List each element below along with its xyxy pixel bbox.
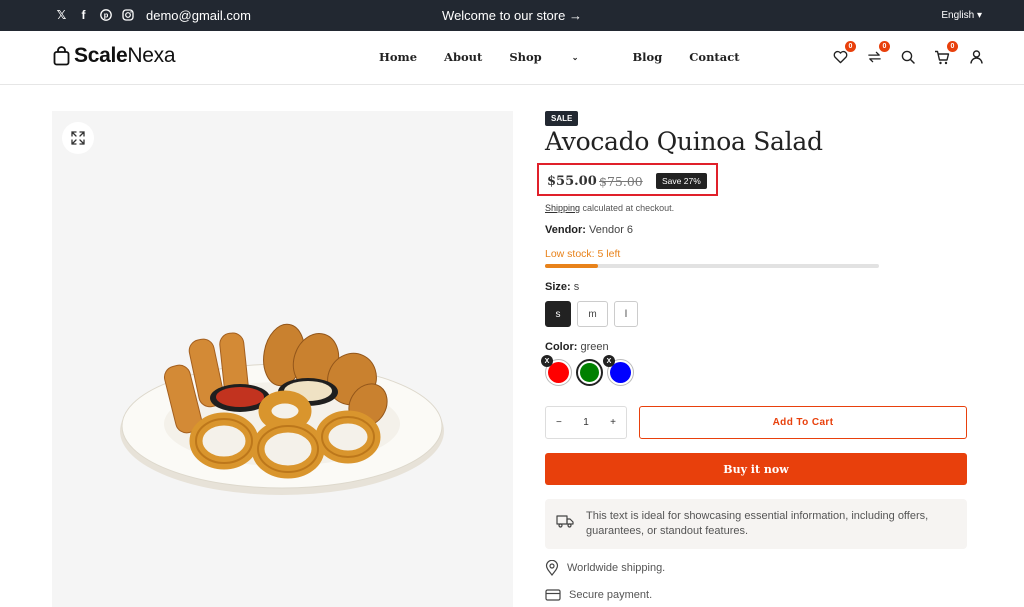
chevron-down-icon: ⌄	[571, 52, 579, 62]
color-label: Color:	[545, 341, 578, 353]
vendor-value[interactable]: Vendor 6	[586, 224, 633, 236]
unavailable-mark: X	[541, 355, 553, 367]
sale-price: $55.00	[547, 174, 597, 189]
compare-at-price: $75.00	[599, 174, 643, 189]
color-option-label: Color: green	[545, 341, 609, 353]
location-pin-icon	[545, 560, 559, 576]
search-icon	[901, 50, 915, 64]
color-swatch-green[interactable]	[576, 359, 603, 386]
product-title: Avocado Quinoa Salad	[545, 127, 823, 156]
notice-text: This text is ideal for showcasing essent…	[586, 510, 929, 537]
quantity-value[interactable]: 1	[583, 417, 589, 428]
shipping-link[interactable]: Shipping	[545, 203, 580, 213]
caret-down-icon: ▾	[976, 10, 982, 21]
size-option-m[interactable]: m	[577, 301, 608, 327]
welcome-message[interactable]: Welcome to our store →	[0, 8, 1024, 23]
info-notice: This text is ideal for showcasing essent…	[545, 499, 967, 549]
stock-progress-fill	[545, 264, 599, 268]
size-selected-value: s	[570, 281, 580, 293]
cart-count-badge: 0	[947, 41, 958, 52]
vendor-label: Vendor:	[545, 224, 586, 236]
feature-secure-payment: Secure payment.	[545, 589, 652, 601]
heart-icon	[833, 50, 847, 64]
language-label: English	[941, 10, 975, 21]
logo-text-light: Nexa	[127, 44, 176, 67]
color-options: X X	[541, 355, 634, 386]
compare-count-badge: 0	[879, 41, 890, 52]
compare-arrows-icon	[867, 51, 881, 63]
shipping-text: calculated at checkout.	[580, 203, 675, 213]
header-actions: 0 0 0	[830, 41, 986, 67]
nav-shop-label: Shop	[509, 50, 542, 64]
shopping-bag-logo-icon	[53, 46, 70, 66]
account-button[interactable]	[966, 47, 986, 67]
feature-payment-text: Secure payment.	[569, 589, 653, 601]
size-option-l[interactable]: l	[614, 301, 638, 327]
welcome-text[interactable]: Welcome to our store	[442, 8, 565, 23]
stock-progress-bar	[545, 264, 879, 268]
feature-worldwide-shipping: Worldwide shipping.	[545, 560, 665, 576]
shipping-note: Shipping calculated at checkout.	[545, 203, 674, 213]
credit-card-icon	[545, 589, 561, 601]
cart-button[interactable]: 0	[932, 41, 958, 67]
stock-status: Low stock: 5 left	[545, 248, 621, 260]
vendor-line: Vendor: Vendor 6	[545, 224, 633, 236]
price-highlight-box: $55.00 $75.00 Save 27%	[537, 163, 718, 196]
nav-shop[interactable]: Shop ⌄	[509, 50, 605, 64]
product-image[interactable]	[52, 111, 513, 607]
search-button[interactable]	[898, 47, 918, 67]
size-option-s[interactable]: s	[545, 301, 571, 327]
wishlist-button[interactable]: 0	[830, 41, 856, 67]
arrow-right-icon: →	[568, 8, 582, 23]
logo[interactable]: ScaleNexa	[53, 44, 176, 68]
size-option-label: Size: s	[545, 281, 579, 293]
compare-button[interactable]: 0	[864, 41, 890, 67]
color-swatch-blue[interactable]: X	[603, 355, 634, 386]
wishlist-count-badge: 0	[845, 41, 856, 52]
increase-quantity-button[interactable]: +	[610, 417, 616, 428]
quantity-stepper: − 1 +	[545, 406, 627, 439]
add-to-cart-button[interactable]: Add To Cart	[639, 406, 967, 439]
color-swatch-red[interactable]: X	[541, 355, 572, 386]
site-header: ScaleNexa Home About Shop ⌄ Blog Contact…	[0, 31, 1024, 85]
sale-badge: SALE	[545, 111, 579, 126]
save-badge: Save 27%	[656, 173, 707, 189]
feature-shipping-text: Worldwide shipping.	[567, 562, 666, 574]
user-icon	[969, 50, 983, 64]
logo-text-bold: Scale	[74, 44, 128, 67]
main-navigation: Home About Shop ⌄ Blog Contact	[379, 50, 767, 64]
nav-about[interactable]: About	[444, 50, 482, 64]
swatch-fill-green	[580, 363, 599, 382]
buy-now-button[interactable]: Buy it now	[545, 453, 967, 485]
unavailable-mark: X	[603, 355, 615, 367]
nav-blog[interactable]: Blog	[632, 50, 662, 64]
language-selector[interactable]: English ▾	[941, 10, 982, 21]
size-label: Size:	[545, 281, 571, 293]
product-gallery	[52, 111, 513, 607]
decrease-quantity-button[interactable]: −	[556, 417, 562, 428]
announcement-bar: 𝕏 f p demo@gmail.com Welcome to our stor…	[0, 0, 1024, 31]
nav-home[interactable]: Home	[379, 50, 417, 64]
truck-icon	[556, 515, 574, 528]
nav-contact[interactable]: Contact	[689, 50, 739, 64]
size-options: s m l	[545, 301, 638, 327]
cart-icon	[935, 50, 950, 64]
color-selected-value: green	[577, 341, 609, 353]
